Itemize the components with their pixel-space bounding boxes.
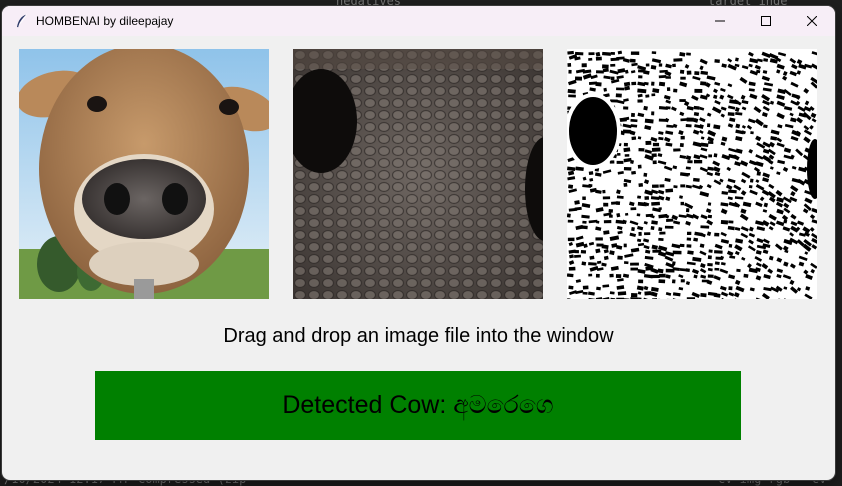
minimize-button[interactable] [697, 6, 743, 36]
app-window: HOMBENAI by dileepajay [2, 6, 835, 480]
result-text: Detected Cow: අමරෙගෙ [282, 391, 553, 420]
maximize-icon [761, 16, 771, 26]
result-banner: Detected Cow: අමරෙගෙ [95, 371, 741, 440]
feather-icon [14, 13, 30, 29]
maximize-button[interactable] [743, 6, 789, 36]
muzzle-closeup [293, 49, 543, 299]
cow-photo [19, 49, 269, 299]
close-icon [807, 16, 817, 26]
muzzle-binary-pattern [567, 49, 817, 299]
instruction-text: Drag and drop an image file into the win… [2, 325, 835, 348]
title-bar[interactable]: HOMBENAI by dileepajay [2, 6, 835, 36]
minimize-icon [715, 16, 725, 26]
close-button[interactable] [789, 6, 835, 36]
window-title: HOMBENAI by dileepajay [36, 14, 173, 28]
